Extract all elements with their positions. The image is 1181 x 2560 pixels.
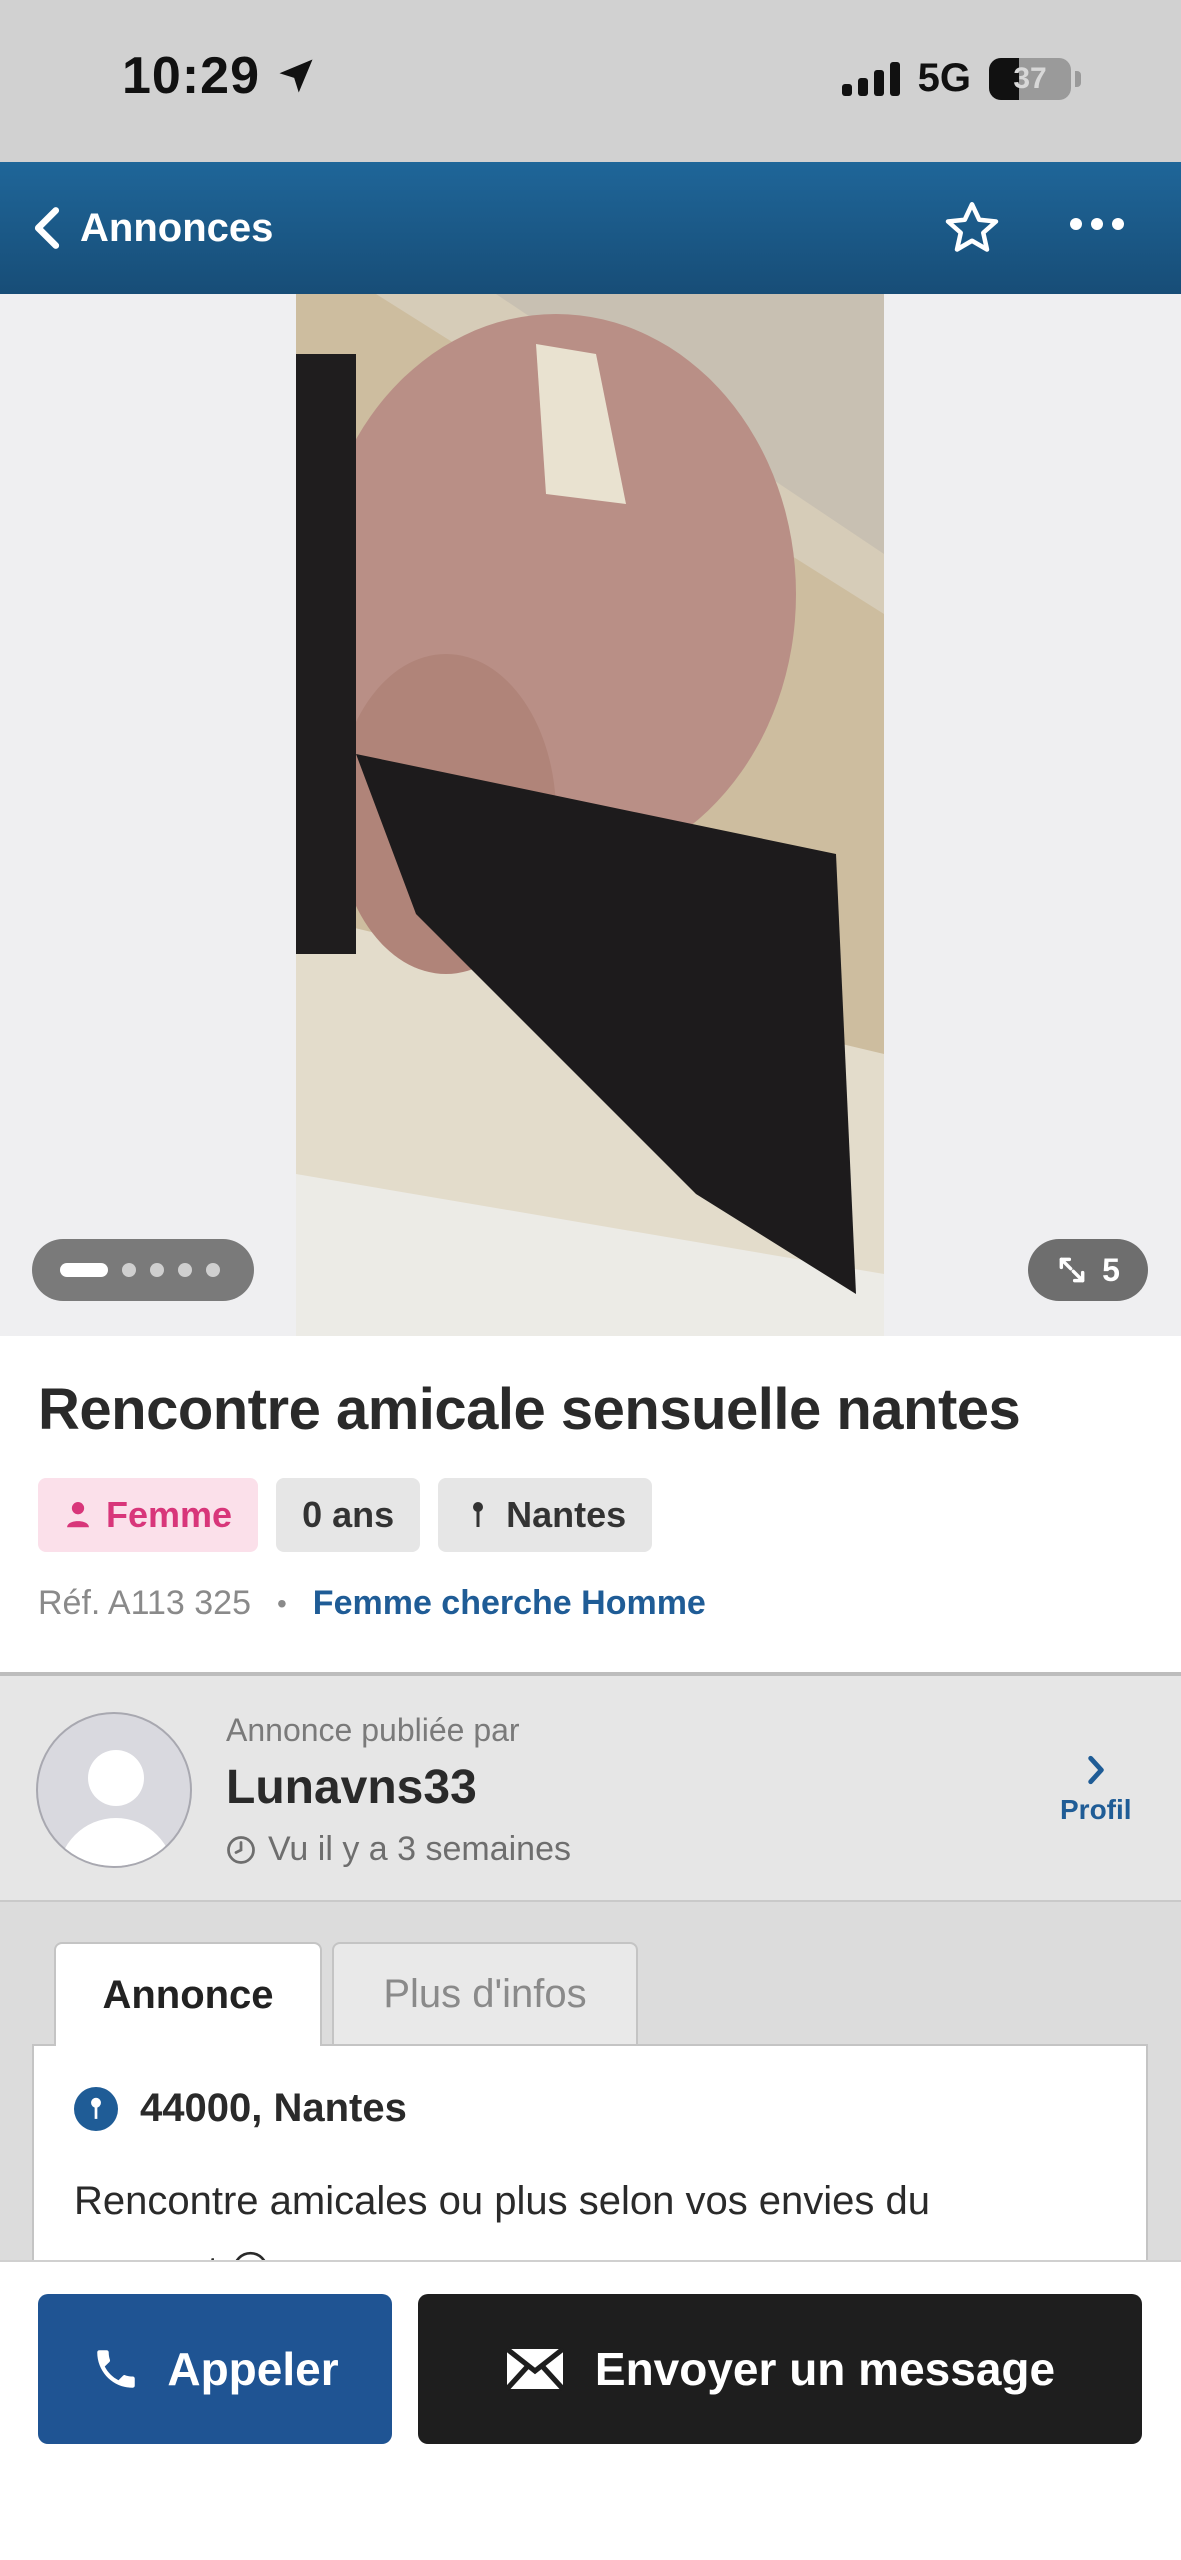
avatar[interactable] <box>36 1712 192 1868</box>
ad-chips: Femme 0 ans Nantes <box>38 1478 653 1552</box>
status-time-group: 10:29 <box>122 46 318 106</box>
published-by-label: Annonce publiée par <box>226 1712 520 1748</box>
expand-arrows-icon <box>1059 1257 1085 1283</box>
ad-title: Rencontre amicale sensuelle nantes <box>38 1377 1021 1442</box>
cellular-signal-icon <box>841 61 900 96</box>
battery-percent: 37 <box>1013 61 1047 95</box>
photo-gallery[interactable]: 5 <box>0 294 1181 1336</box>
call-button[interactable]: Appeler <box>38 2294 392 2444</box>
message-label: Envoyer un message <box>594 2343 1056 2395</box>
back-button[interactable]: Annonces <box>32 206 273 251</box>
send-message-button[interactable]: Envoyer un message <box>418 2294 1142 2444</box>
age-label: 0 ans <box>302 1494 395 1535</box>
tab-plus-infos[interactable]: Plus d'infos <box>332 1942 638 2044</box>
envelope-icon <box>504 2347 565 2391</box>
status-indicators: 5G 37 <box>841 56 1081 101</box>
chevron-right-icon <box>1088 1755 1104 1785</box>
gender-label: Femme <box>106 1494 233 1535</box>
battery-nub <box>1075 70 1081 87</box>
gender-chip: Femme <box>38 1478 259 1552</box>
listing-photo[interactable] <box>296 294 884 1336</box>
location-arrow-icon <box>279 59 313 93</box>
fullscreen-photo-count-button[interactable]: 5 <box>1028 1239 1148 1301</box>
city-label: Nantes <box>506 1494 627 1535</box>
battery-icon: 37 <box>989 57 1071 100</box>
pagination-dot-active <box>60 1263 108 1277</box>
photo-placeholder <box>296 294 884 1336</box>
chevron-left-icon <box>34 207 60 249</box>
profile-link[interactable]: Profil <box>1060 1754 1132 1826</box>
age-chip: 0 ans <box>276 1478 421 1552</box>
profile-label: Profil <box>1060 1794 1132 1825</box>
gallery-pagination[interactable] <box>32 1239 254 1301</box>
person-icon <box>67 1502 89 1528</box>
location-label: 44000, Nantes <box>140 2086 407 2130</box>
action-bar: Appeler Envoyer un message <box>0 2260 1181 2560</box>
phone-icon <box>97 2350 136 2388</box>
pagination-dot <box>178 1263 192 1277</box>
pagination-dot <box>206 1263 220 1277</box>
status-time: 10:29 <box>122 47 260 105</box>
city-chip: Nantes <box>438 1478 653 1552</box>
more-options-icon[interactable] <box>1070 218 1124 230</box>
pagination-dot <box>150 1263 164 1277</box>
author-username[interactable]: Lunavns33 <box>226 1760 477 1815</box>
location-pin-icon <box>74 2086 118 2131</box>
reference-line: Réf. A113 325 • Femme cherche Homme <box>38 1584 706 1623</box>
status-bar: 10:29 5G 37 <box>0 0 1181 162</box>
network-type: 5G <box>917 56 971 100</box>
tab-panel: 44000, Nantes Rencontre amicales ou plus… <box>32 2044 1148 2278</box>
ad-location: 44000, Nantes <box>74 2086 407 2131</box>
back-label: Annonces <box>80 205 274 250</box>
nav-bar: Annonces <box>0 162 1181 294</box>
pin-icon <box>473 1502 484 1527</box>
tab-annonce[interactable]: Annonce <box>54 1942 322 2046</box>
ad-details: Annonce Plus d'infos 44000, Nantes Renco… <box>0 1902 1181 2278</box>
clock-icon <box>227 1835 255 1864</box>
author-card[interactable]: Annonce publiée par Lunavns33 Vu il y a … <box>0 1672 1181 1902</box>
call-label: Appeler <box>167 2343 339 2395</box>
favorite-star-icon[interactable] <box>942 198 1002 258</box>
photo-count: 5 <box>1102 1251 1120 1288</box>
last-seen-label: Vu il y a 3 semaines <box>268 1830 571 1868</box>
pagination-dot <box>122 1263 136 1277</box>
category-link[interactable]: Femme cherche Homme <box>313 1584 706 1623</box>
ad-header: Rencontre amicale sensuelle nantes Femme… <box>0 1336 1181 1672</box>
reference-number: Réf. A113 325 <box>38 1584 251 1622</box>
separator: • <box>276 1587 287 1619</box>
last-seen: Vu il y a 3 semaines <box>226 1830 571 1869</box>
